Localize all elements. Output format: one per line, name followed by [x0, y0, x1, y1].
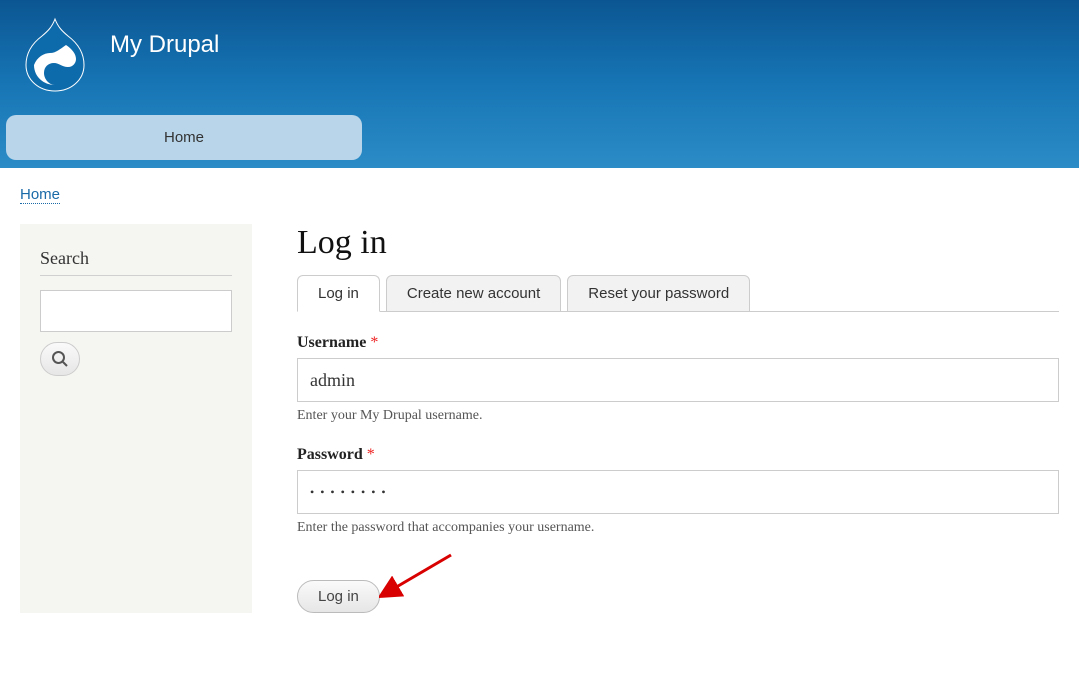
- content-area: Search Log in Log in Create new account …: [0, 214, 1079, 643]
- required-mark: *: [367, 446, 375, 463]
- breadcrumb: Home: [0, 168, 1079, 214]
- tab-login[interactable]: Log in: [297, 275, 380, 312]
- required-mark: *: [370, 334, 378, 351]
- drupal-logo-icon[interactable]: [20, 15, 90, 95]
- site-header: My Drupal Home: [0, 0, 1079, 168]
- password-hint: Enter the password that accompanies your…: [297, 520, 1059, 536]
- password-field[interactable]: [297, 470, 1059, 514]
- main-content: Log in Log in Create new account Reset y…: [297, 224, 1059, 613]
- search-button[interactable]: [40, 342, 80, 376]
- password-label-text: Password: [297, 446, 363, 463]
- username-hint: Enter your My Drupal username.: [297, 408, 1059, 424]
- header-top: My Drupal: [0, 0, 1079, 115]
- tab-reset-password[interactable]: Reset your password: [567, 275, 750, 312]
- search-input[interactable]: [40, 290, 232, 332]
- tabs: Log in Create new account Reset your pas…: [297, 274, 1059, 312]
- search-icon: [51, 350, 69, 368]
- search-block-title: Search: [40, 248, 232, 276]
- breadcrumb-home[interactable]: Home: [20, 186, 60, 204]
- login-form: Username * Enter your My Drupal username…: [297, 334, 1059, 613]
- password-label: Password *: [297, 446, 1059, 464]
- site-name[interactable]: My Drupal: [110, 31, 219, 59]
- username-field[interactable]: [297, 358, 1059, 402]
- page-title: Log in: [297, 224, 1059, 262]
- username-label-text: Username: [297, 334, 366, 351]
- main-nav: Home: [0, 115, 1079, 160]
- login-button[interactable]: Log in: [297, 580, 380, 613]
- username-label: Username *: [297, 334, 1059, 352]
- tab-create-account[interactable]: Create new account: [386, 275, 561, 312]
- sidebar: Search: [20, 224, 252, 613]
- nav-home[interactable]: Home: [6, 115, 362, 160]
